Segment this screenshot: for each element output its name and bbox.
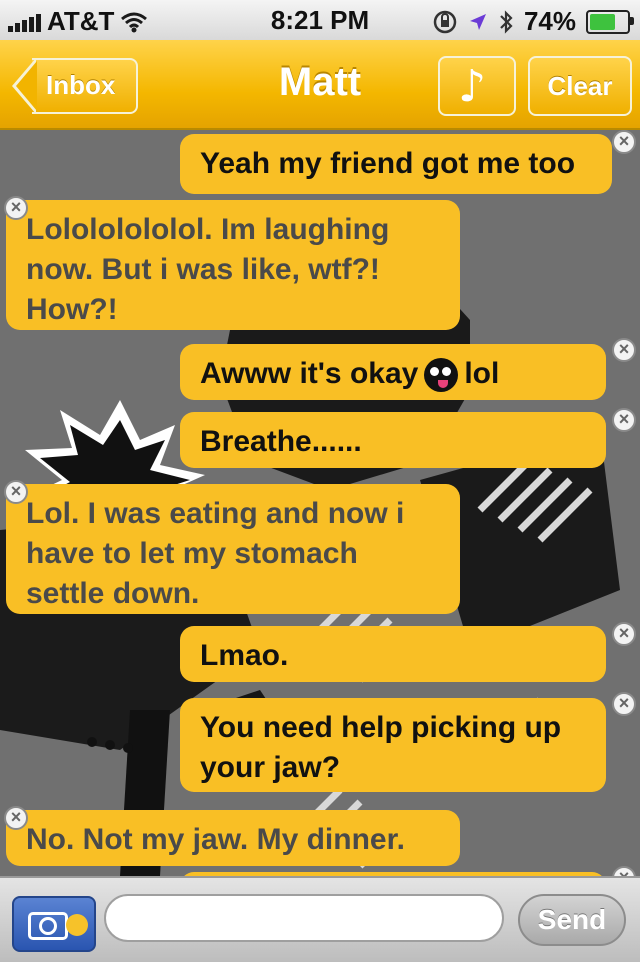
send-button[interactable]: Send [518, 894, 626, 946]
message-outgoing[interactable]: Awww it's okay lol [180, 344, 606, 400]
message-text: Lmao. [200, 639, 289, 672]
message-text: lol [464, 357, 500, 390]
bluetooth-icon [500, 9, 513, 34]
delete-message-icon[interactable]: × [612, 130, 636, 154]
message-incoming[interactable]: Lolololololol. Im laughing now. But i wa… [6, 200, 460, 330]
message-text: Lol. I was eating and now i have to let … [26, 497, 405, 610]
bomb-face-emoji-icon [424, 358, 459, 393]
clear-label: Clear [547, 71, 613, 101]
conversation-view[interactable]: Yeah my friend got me too × Lolololololo… [0, 130, 640, 876]
battery-icon [586, 9, 634, 34]
delete-message-icon[interactable]: × [4, 806, 28, 830]
message-incoming[interactable]: Lol. I was eating and now i have to let … [6, 484, 460, 614]
message-outgoing[interactable]: You need help picking up your jaw? [180, 698, 606, 792]
location-arrow-icon [469, 13, 486, 30]
message-text: No. Not my jaw. My dinner. [26, 823, 405, 856]
message-input[interactable] [104, 894, 504, 942]
camera-button[interactable] [12, 896, 96, 952]
status-bar: AT&T 8:21 PM 74% [0, 0, 640, 40]
delete-message-icon[interactable]: × [612, 692, 636, 716]
delete-message-icon[interactable]: × [612, 408, 636, 432]
message-text: Yeah my friend got me too [200, 147, 576, 180]
clear-button[interactable]: Clear [528, 56, 632, 116]
message-incoming[interactable]: No. Not my jaw. My dinner. [6, 810, 460, 866]
camera-icon [28, 912, 68, 940]
status-right: 74% [432, 6, 634, 37]
message-text: Lolololololol. Im laughing now. But i wa… [26, 213, 390, 326]
delete-message-icon[interactable]: × [612, 622, 636, 646]
message-outgoing[interactable]: Lmao. [180, 626, 606, 682]
message-text: Awww it's okay [200, 357, 419, 390]
emoji-face-icon [66, 914, 88, 936]
music-note-icon: ♪ [458, 61, 487, 112]
delete-message-icon[interactable]: × [4, 480, 28, 504]
message-text: You need help picking up your jaw? [200, 711, 562, 784]
battery-percent: 74% [523, 6, 576, 36]
message-text: Breathe...... [200, 425, 362, 458]
compose-bar: Send [0, 876, 640, 962]
delete-message-icon[interactable]: × [612, 338, 636, 362]
music-button[interactable]: ♪ [438, 56, 516, 116]
send-label: Send [537, 904, 607, 935]
rotation-lock-icon [433, 10, 457, 33]
message-outgoing[interactable]: Breathe...... [180, 412, 606, 468]
delete-message-icon[interactable]: × [4, 196, 28, 220]
message-outgoing[interactable]: Yeah my friend got me too [180, 134, 612, 194]
nav-bar: Inbox Matt ♪ Clear [0, 40, 640, 130]
